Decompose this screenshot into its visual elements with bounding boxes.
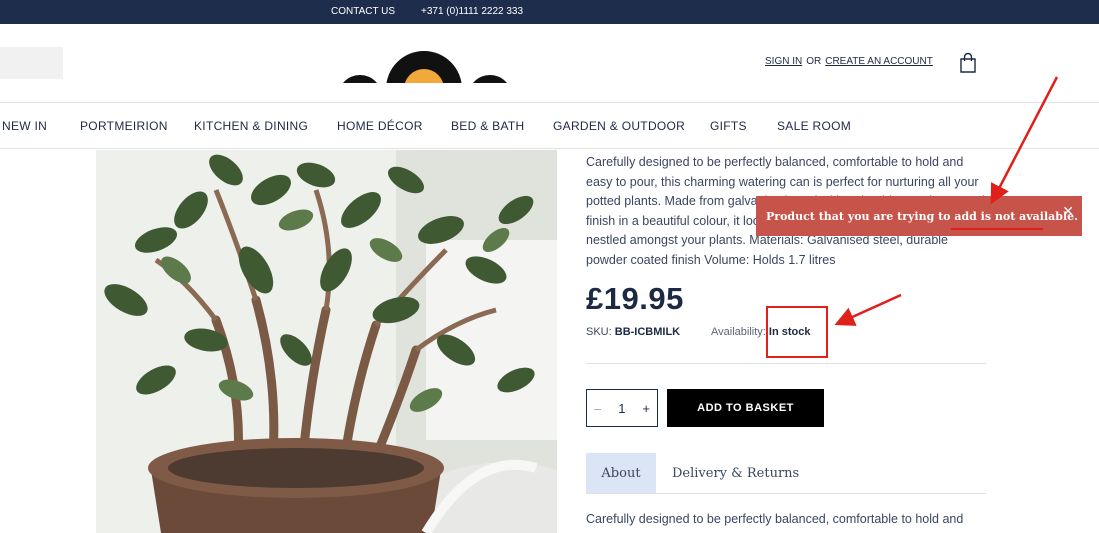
top-bar: CONTACT US +371 (0)1111 2222 333 [0,0,1099,24]
sku-value: BB-ICBMILK [614,326,681,338]
nav-item-bed-bath[interactable]: BED & BATH [451,119,524,133]
toast-message: Product that you are trying to add is no… [766,210,1078,223]
product-image[interactable] [96,150,557,533]
or-text: OR [806,56,822,67]
sku-info: SKU: BB-ICBMILK [586,326,680,338]
sku-label: SKU: [586,326,612,338]
sign-in-link[interactable]: SIGN IN [765,56,802,67]
close-icon[interactable]: ✕ [1062,204,1074,220]
site-header: SIGN IN OR CREATE AN ACCOUNT [0,24,1099,102]
product-tabs: About Delivery & Returns [586,453,986,494]
product-price: £19.95 [586,281,684,316]
phone-number[interactable]: +371 (0)1111 2222 333 [421,6,523,17]
nav-item-kitchen-dining[interactable]: KITCHEN & DINING [194,119,308,133]
availability-info: Availability: In stock [711,326,810,338]
availability-value: In stock [768,326,811,338]
main-nav: NEW IN PORTMEIRION KITCHEN & DINING HOME… [0,102,1099,149]
nav-item-new-in[interactable]: NEW IN [2,119,47,133]
nav-item-home-decor[interactable]: HOME DÉCOR [337,119,423,133]
shopping-bag-icon[interactable] [959,52,977,74]
annotation-arrow-in-stock [834,293,902,326]
quantity-stepper[interactable]: – 1 + [586,389,658,427]
tab-delivery-returns[interactable]: Delivery & Returns [672,453,799,493]
tab-content-text: Carefully designed to be perfectly balan… [586,512,964,526]
tab-about[interactable]: About [586,453,656,493]
nav-item-gifts[interactable]: GIFTS [710,119,747,133]
error-toast: Product that you are trying to add is no… [756,196,1082,236]
quantity-value[interactable]: 1 [618,401,625,416]
search-input[interactable] [0,47,63,79]
account-links: SIGN IN OR CREATE AN ACCOUNT [765,56,933,67]
divider [586,363,986,364]
add-to-basket-button[interactable]: ADD TO BASKET [667,389,824,427]
contact-us-link[interactable]: CONTACT US [331,6,395,17]
quantity-decrease-button[interactable]: – [594,401,601,416]
create-account-link[interactable]: CREATE AN ACCOUNT [825,56,933,67]
site-logo[interactable] [336,49,516,83]
nav-item-garden-outdoor[interactable]: GARDEN & OUTDOOR [553,119,685,133]
availability-label: Availability: [711,326,766,338]
nav-item-sale-room[interactable]: SALE ROOM [777,119,851,133]
nav-item-portmeirion[interactable]: PORTMEIRION [80,119,168,133]
quantity-increase-button[interactable]: + [642,401,650,416]
